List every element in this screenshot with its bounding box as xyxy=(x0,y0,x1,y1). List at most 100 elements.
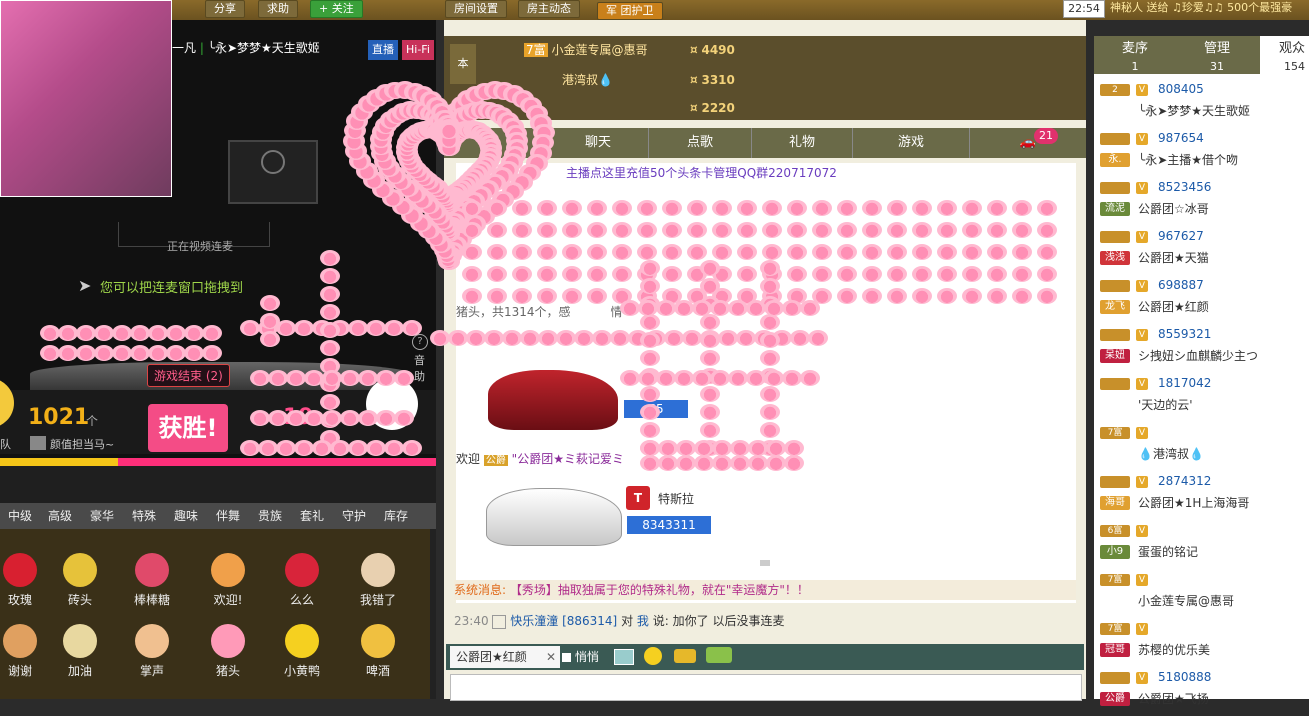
pig-icon xyxy=(746,370,766,386)
gift-item[interactable]: 猪头 xyxy=(198,624,258,679)
chat-user[interactable]: 快乐潼潼 [886314] xyxy=(510,614,617,628)
gift-tab-inventory[interactable]: 库存 xyxy=(384,503,408,529)
gift-item[interactable]: 么么 xyxy=(272,553,332,608)
pig-icon xyxy=(712,455,732,471)
gift-tab-guard[interactable]: 守护 xyxy=(342,503,366,529)
gift-item[interactable]: 掌声 xyxy=(122,624,182,679)
pig-icon xyxy=(737,266,757,282)
pig-icon xyxy=(268,410,288,426)
rank-amount: 3310 xyxy=(701,73,735,87)
game-over-label: 游戏结束 (2) xyxy=(147,364,230,387)
tab-songs[interactable]: 点歌 xyxy=(649,128,752,158)
user-list-item[interactable]: 2 V 808405 ╰永➤梦梦★天生歌姬 xyxy=(1094,80,1309,128)
gift-tab-noble[interactable]: 贵族 xyxy=(258,503,282,529)
gift-item[interactable]: 谢谢 xyxy=(0,624,50,679)
win-label: 获胜! xyxy=(148,404,228,452)
tab-mic-queue[interactable]: 麦序 1 xyxy=(1094,36,1176,74)
gift-item[interactable]: 棒棒糖 xyxy=(122,553,182,608)
user-list-item[interactable]: V 698887 公爵团★红颜 龙飞 xyxy=(1094,276,1309,324)
user-list-item[interactable]: V 987654 ╰永➤主播★借个吻 永. xyxy=(1094,129,1309,177)
pig-icon xyxy=(687,244,707,260)
help-icon[interactable]: ? xyxy=(412,334,428,350)
gift-scrollbar[interactable] xyxy=(430,529,436,699)
system-text[interactable]: 【秀场】抽取独属于您的特殊礼物，就在"幸运魔方"！！ xyxy=(510,583,809,597)
user-list-item[interactable]: V 8523456 公爵团☆冰哥 流泥 xyxy=(1094,178,1309,226)
host-camera[interactable] xyxy=(0,0,172,197)
pig-icon xyxy=(512,244,532,260)
gift-tab-special[interactable]: 特殊 xyxy=(132,503,156,529)
chat-target[interactable]: 我 xyxy=(637,614,649,628)
close-icon[interactable]: ✕ xyxy=(546,646,556,668)
pig-icon xyxy=(340,370,360,386)
user-tag: 公爵 xyxy=(1100,692,1130,706)
gift-item[interactable]: 小黄鸭 xyxy=(272,624,332,679)
pig-gift-message: 猪头，共1314个，感情 xyxy=(456,303,623,320)
guard-button[interactable]: 军 团护卫 xyxy=(597,2,663,20)
tab-gifts[interactable]: 礼物 xyxy=(752,128,853,158)
share-button[interactable]: 分享 xyxy=(205,0,245,18)
welcome-user[interactable]: "公爵团★ミ萩记爱ミ xyxy=(512,452,624,466)
user-list-item[interactable]: 7富 V 苏樱的优乐美 冠哥 xyxy=(1094,619,1309,667)
guard-icon[interactable] xyxy=(706,647,732,663)
emoji-icon[interactable] xyxy=(644,647,662,665)
gift-tab-fun[interactable]: 趣味 xyxy=(174,503,198,529)
pig-icon xyxy=(640,404,660,420)
gift-tab-luxury[interactable]: 豪华 xyxy=(90,503,114,529)
user-list-item[interactable]: V 2874312 公爵团★1H上海海哥 海哥 xyxy=(1094,472,1309,520)
help-button[interactable]: 求助 xyxy=(258,0,298,18)
user-list-item[interactable]: 7富 V 💧港湾叔💧 xyxy=(1094,423,1309,471)
pig-icon xyxy=(587,244,607,260)
tab-games[interactable]: 游戏 xyxy=(853,128,970,158)
pig-icon xyxy=(784,440,804,456)
tab-audience[interactable]: 观众 154 xyxy=(1260,36,1309,74)
rank-row[interactable]: 港湾叔💧 xyxy=(562,68,613,92)
level-badge xyxy=(1100,182,1130,194)
gift-item[interactable]: 加油 xyxy=(50,624,110,679)
user-list-item[interactable]: V 1817042 '天边的云' xyxy=(1094,374,1309,422)
chat-line: 23:40 快乐潼潼 [886314] 对 我 说: 加你了 以后没事连麦 xyxy=(454,612,784,629)
user-list-item[interactable]: V 5180888 公爵团★飞扬 公爵 xyxy=(1094,668,1309,716)
pig-icon xyxy=(612,244,632,260)
whisper-toggle[interactable]: 悄悄 xyxy=(562,648,599,665)
room-settings-button[interactable]: 房间设置 xyxy=(445,0,507,18)
gift-tab-set[interactable]: 套礼 xyxy=(300,503,324,529)
pig-icon xyxy=(322,370,342,386)
chat-notice[interactable]: 主播点这里充值50个头条卡管理QQ群220717072 xyxy=(566,164,837,181)
gift-item[interactable]: 啤酒 xyxy=(348,624,408,679)
user-list-item[interactable]: 7富 V 小金莲专属@惠哥 xyxy=(1094,570,1309,618)
gift-item[interactable]: 玫瑰 xyxy=(0,553,50,608)
user-list-item[interactable]: 6富 V 蛋蛋的铭记 小9 xyxy=(1094,521,1309,569)
pig-icon xyxy=(700,260,720,276)
pig-icon xyxy=(692,300,712,316)
pig-icon xyxy=(294,440,314,456)
user-list-item[interactable]: V 967627 公爵团★天猫 浅浅 xyxy=(1094,227,1309,275)
target-user-select[interactable]: 公爵团★红颜 ✕ xyxy=(450,646,560,668)
gift-tab-dance[interactable]: 伴舞 xyxy=(216,503,240,529)
checkbox-icon[interactable] xyxy=(562,653,571,662)
image-icon[interactable] xyxy=(614,649,634,665)
pig-icon xyxy=(148,345,168,361)
guard-label: 团护卫 xyxy=(620,4,654,17)
gift-tab-high[interactable]: 高级 xyxy=(48,503,72,529)
vip-icon[interactable] xyxy=(674,649,696,663)
gift-item[interactable]: 砖头 xyxy=(50,553,110,608)
pig-icon xyxy=(962,200,982,216)
follow-button[interactable]: + 关注 xyxy=(310,0,363,18)
tab-managers[interactable]: 管理 31 xyxy=(1176,36,1258,74)
gift-item[interactable]: 我错了 xyxy=(348,553,408,608)
pig-icon xyxy=(320,340,340,356)
pig-icon xyxy=(762,244,782,260)
user-name: 公爵团★红颜 xyxy=(1138,300,1209,314)
collapse-icon[interactable] xyxy=(760,560,770,566)
tab-car[interactable]: 🚗 xyxy=(970,128,1086,158)
gift-item[interactable]: 欢迎! xyxy=(198,553,258,608)
rank-row[interactable]: 7富 小金莲专属@惠哥 xyxy=(524,38,647,62)
chat-input[interactable] xyxy=(450,674,1082,701)
gift-tab-mid[interactable]: 中级 xyxy=(8,503,32,529)
notify-count-badge: 21 xyxy=(1034,128,1058,144)
host-news-button[interactable]: 房主动态 xyxy=(518,0,580,18)
user-list-item[interactable]: V 8559321 シ拽妞シ血麒麟少主つ 呆妞 xyxy=(1094,325,1309,373)
user-tag: 海哥 xyxy=(1100,496,1130,510)
pig-icon xyxy=(700,404,720,420)
tab-chat[interactable]: 聊天 xyxy=(548,128,649,158)
